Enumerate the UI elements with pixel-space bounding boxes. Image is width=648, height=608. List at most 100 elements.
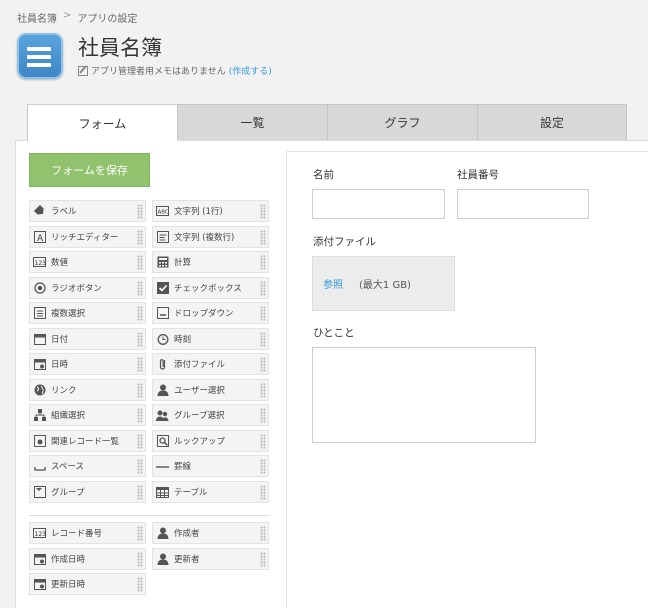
- palette-item-updated-at[interactable]: 更新日時: [29, 573, 146, 595]
- org-icon: [33, 409, 46, 422]
- palette-item-date[interactable]: 日付: [29, 328, 146, 350]
- palette-item-lookup[interactable]: ルックアップ: [152, 430, 269, 452]
- attachment-field[interactable]: 参照 (最大1 GB): [312, 256, 455, 311]
- drag-handle[interactable]: [137, 306, 143, 321]
- browse-link[interactable]: 参照: [323, 276, 343, 291]
- breadcrumb: 社員名簿 > アプリの設定: [17, 10, 137, 25]
- settings-tabs: フォーム 一覧 グラフ 設定: [27, 104, 627, 141]
- palette-item-attachment[interactable]: 添付ファイル: [152, 353, 269, 375]
- palette-item-group-select[interactable]: グループ選択: [152, 404, 269, 426]
- tag-icon: [33, 205, 46, 218]
- calendar-icon: [33, 553, 46, 566]
- svg-text:123: 123: [35, 531, 47, 538]
- palette-item-datetime[interactable]: 日時: [29, 353, 146, 375]
- palette-item-record-number[interactable]: 123 レコード番号: [29, 522, 146, 544]
- name-field-label: 名前: [313, 169, 334, 181]
- palette-item-org-select[interactable]: 組織選択: [29, 404, 146, 426]
- drag-handle[interactable]: [260, 255, 266, 270]
- palette-item-group[interactable]: グループ: [29, 481, 146, 503]
- number-icon: 123: [33, 256, 46, 269]
- drag-handle[interactable]: [260, 230, 266, 245]
- palette-item-line[interactable]: 罫線: [152, 455, 269, 477]
- drag-handle[interactable]: [260, 332, 266, 347]
- palette-item-link[interactable]: リンク: [29, 379, 146, 401]
- svg-text:A: A: [37, 234, 44, 243]
- palette-item-calc[interactable]: 計算: [152, 251, 269, 273]
- comment-textarea[interactable]: [312, 347, 536, 443]
- drag-handle[interactable]: [137, 459, 143, 474]
- drag-handle[interactable]: [260, 357, 266, 372]
- drag-handle[interactable]: [260, 459, 266, 474]
- palette-item-dropdown[interactable]: ドロップダウン: [152, 302, 269, 324]
- palette-item-text-single[interactable]: ABC 文字列 (1行): [152, 200, 269, 222]
- palette-item-creator[interactable]: 作成者: [152, 522, 269, 544]
- drag-handle[interactable]: [260, 526, 266, 541]
- related-records-icon: [33, 435, 46, 448]
- name-field[interactable]: [312, 189, 445, 219]
- tab-settings[interactable]: 設定: [477, 104, 627, 140]
- drag-handle[interactable]: [260, 383, 266, 398]
- drag-handle[interactable]: [137, 383, 143, 398]
- drag-handle[interactable]: [137, 552, 143, 567]
- drag-handle[interactable]: [137, 434, 143, 449]
- drag-handle[interactable]: [137, 230, 143, 245]
- calendar-icon: [33, 333, 46, 346]
- palette-item-checkbox[interactable]: チェックボックス: [152, 277, 269, 299]
- palette-item-label[interactable]: ラベル: [29, 200, 146, 222]
- drag-handle[interactable]: [260, 306, 266, 321]
- drag-handle[interactable]: [260, 434, 266, 449]
- palette-item-created-at[interactable]: 作成日時: [29, 548, 146, 570]
- palette-item-related-records[interactable]: 関連レコード一覧: [29, 430, 146, 452]
- user-icon: [156, 384, 169, 397]
- breadcrumb-home[interactable]: 社員名簿: [17, 10, 57, 25]
- globe-icon: [33, 384, 46, 397]
- max-size-note: (最大1 GB): [359, 280, 411, 291]
- lookup-icon: [156, 435, 169, 448]
- calendar-clock-icon: [33, 358, 46, 371]
- create-memo-link[interactable]: (作成する): [229, 64, 272, 77]
- palette-item-text-multi[interactable]: 文字列 (複数行): [152, 226, 269, 248]
- drag-handle[interactable]: [137, 577, 143, 592]
- breadcrumb-separator: >: [63, 10, 72, 21]
- drag-handle[interactable]: [137, 332, 143, 347]
- drag-handle[interactable]: [137, 408, 143, 423]
- drag-handle[interactable]: [137, 526, 143, 541]
- palette-item-multi-select[interactable]: 複数選択: [29, 302, 146, 324]
- drag-handle[interactable]: [260, 281, 266, 296]
- palette-item-radio[interactable]: ラジオボタン: [29, 277, 146, 299]
- number-icon: 123: [33, 527, 46, 540]
- save-form-button[interactable]: フォームを保存: [29, 153, 150, 187]
- drag-handle[interactable]: [260, 552, 266, 567]
- drag-handle[interactable]: [260, 204, 266, 219]
- tab-graph[interactable]: グラフ: [327, 104, 477, 140]
- palette-item-number[interactable]: 123 数値: [29, 251, 146, 273]
- app-memo: アプリ管理者用メモはありません (作成する): [78, 64, 272, 77]
- palette-item-space[interactable]: スペース: [29, 455, 146, 477]
- drag-handle[interactable]: [137, 281, 143, 296]
- palette-item-updater[interactable]: 更新者: [152, 548, 269, 570]
- clock-icon: [156, 333, 169, 346]
- calculator-icon: [156, 256, 169, 269]
- palette-divider: [29, 515, 269, 516]
- drag-handle[interactable]: [260, 408, 266, 423]
- drag-handle[interactable]: [137, 204, 143, 219]
- drag-handle[interactable]: [137, 357, 143, 372]
- drag-handle[interactable]: [260, 485, 266, 500]
- radio-icon: [33, 282, 46, 295]
- tab-form[interactable]: フォーム: [27, 104, 177, 141]
- palette-item-rich-editor[interactable]: A リッチエディター: [29, 226, 146, 248]
- paperclip-icon: [156, 358, 169, 371]
- text-single-icon: ABC: [156, 205, 169, 218]
- palette-item-table[interactable]: テーブル: [152, 481, 269, 503]
- palette-item-time[interactable]: 時刻: [152, 328, 269, 350]
- table-icon: [156, 486, 169, 499]
- text-multi-icon: [156, 231, 169, 244]
- palette-item-user-select[interactable]: ユーザー選択: [152, 379, 269, 401]
- employee-number-field-label: 社員番号: [457, 169, 499, 181]
- attachment-field-label: 添付ファイル: [313, 236, 376, 248]
- list-icon: [17, 33, 63, 79]
- drag-handle[interactable]: [137, 255, 143, 270]
- tab-list[interactable]: 一覧: [177, 104, 327, 140]
- employee-number-field[interactable]: [457, 189, 589, 219]
- drag-handle[interactable]: [137, 485, 143, 500]
